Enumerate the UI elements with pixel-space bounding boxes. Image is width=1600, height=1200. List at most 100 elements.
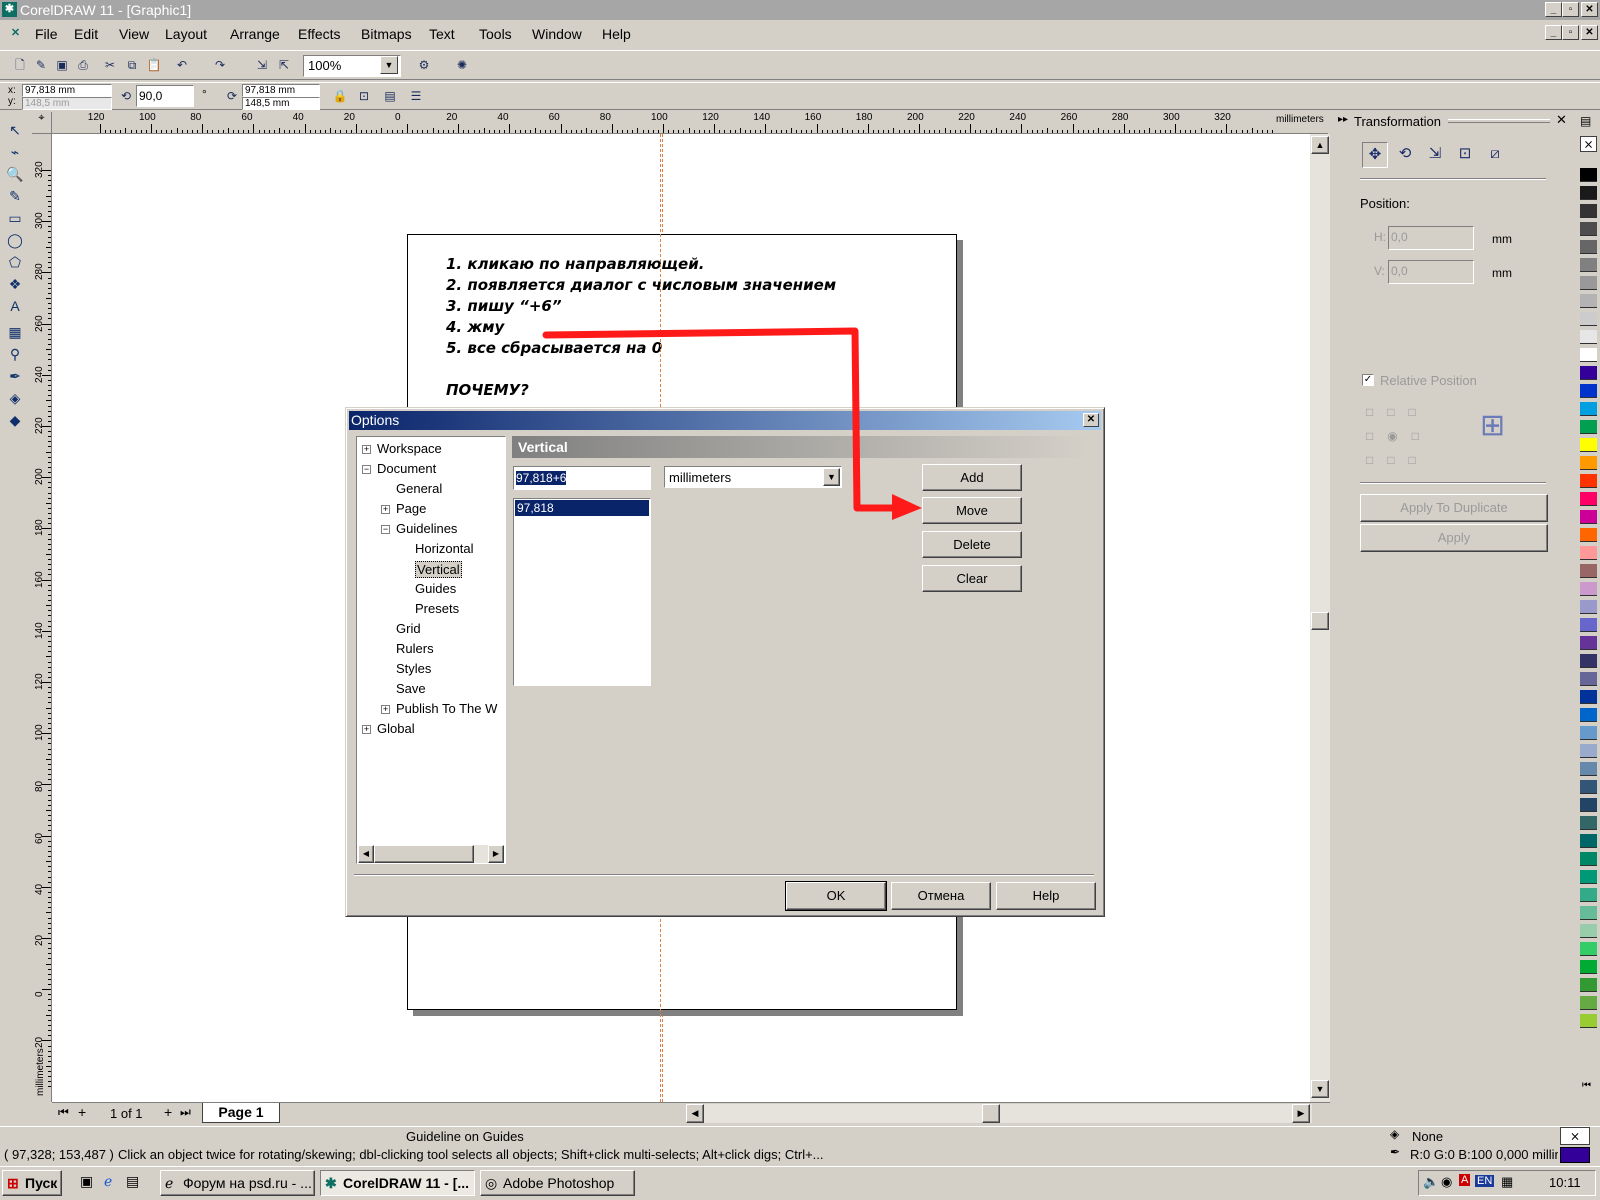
taskbar-coreldraw-button[interactable]: ✱ CorelDRAW 11 - [...	[320, 1170, 475, 1196]
color-swatch[interactable]	[1580, 456, 1597, 470]
color-swatch[interactable]	[1580, 762, 1597, 776]
color-swatch[interactable]	[1580, 672, 1597, 686]
snap-icon[interactable]: ⊡	[354, 86, 374, 106]
color-swatch[interactable]	[1580, 474, 1597, 488]
cancel-button[interactable]: Отмена	[891, 882, 991, 910]
import-icon[interactable]: ⇲	[252, 55, 272, 75]
internet-explorer-icon[interactable]: ℯ	[104, 1173, 112, 1190]
tray-app-icon[interactable]: ◉	[1441, 1174, 1452, 1190]
export-icon[interactable]: ⇱	[274, 55, 294, 75]
menu-arrange[interactable]: Arrange	[230, 26, 280, 42]
tree-scroll-left-icon[interactable]: ◀	[358, 845, 374, 863]
application-launcher-icon[interactable]: ⚙	[414, 55, 434, 75]
taskbar-photoshop-button[interactable]: ◎ Adobe Photoshop	[480, 1170, 635, 1196]
taskbar-forum-button[interactable]: ℯ Форум на psd.ru - ...	[160, 1170, 315, 1196]
tree-item-global[interactable]: Global	[377, 721, 415, 736]
color-swatch[interactable]	[1580, 168, 1597, 182]
vertical-scroll-thumb[interactable]	[1311, 612, 1329, 630]
color-swatch[interactable]	[1580, 834, 1597, 848]
units-select[interactable]: millimeters ▼	[664, 466, 842, 488]
color-swatch[interactable]	[1580, 708, 1597, 722]
start-button[interactable]: ⊞ Пуск	[2, 1170, 62, 1196]
color-swatch[interactable]	[1580, 978, 1597, 992]
tree-item-vertical[interactable]: Vertical	[415, 561, 462, 578]
skew-tab-icon[interactable]: ⧄	[1482, 142, 1508, 168]
v-position-field[interactable]: 0,0	[1388, 260, 1474, 284]
save-icon[interactable]: ▣	[52, 55, 72, 75]
show-desktop-icon[interactable]: ▣	[80, 1173, 93, 1190]
color-swatch[interactable]	[1580, 960, 1597, 974]
relative-position-checkbox[interactable]: ✓	[1362, 374, 1374, 386]
dialog-close-button[interactable]: ✕	[1083, 413, 1099, 427]
collapse-icon[interactable]: −	[381, 525, 390, 534]
color-swatch[interactable]	[1580, 258, 1597, 272]
color-swatch[interactable]	[1580, 744, 1597, 758]
outline-tool-icon[interactable]: ✒	[4, 366, 26, 386]
color-swatch[interactable]	[1580, 906, 1597, 920]
menu-window[interactable]: Window	[532, 26, 582, 42]
freehand-tool-icon[interactable]: ✎	[4, 186, 26, 206]
tree-item-general[interactable]: General	[396, 481, 442, 496]
pick-tool-icon[interactable]: ↖	[4, 120, 26, 140]
color-swatch[interactable]	[1580, 636, 1597, 650]
doc-close-button[interactable]: ✕	[1581, 25, 1598, 40]
color-swatch[interactable]	[1580, 726, 1597, 740]
page-tab[interactable]: Page 1	[202, 1103, 280, 1123]
color-swatch[interactable]	[1580, 240, 1597, 254]
color-swatch[interactable]	[1580, 312, 1597, 326]
ruler-origin-icon[interactable]: ⌖	[32, 112, 52, 134]
color-swatch[interactable]	[1580, 348, 1597, 362]
tree-item-styles[interactable]: Styles	[396, 661, 431, 676]
docker-expand-icon[interactable]: ▸▸	[1338, 114, 1348, 125]
zoom-tool-icon[interactable]: 🔍	[4, 164, 26, 184]
open-icon[interactable]: ✎	[31, 55, 51, 75]
shape-tool-icon[interactable]: ⌁	[4, 142, 26, 162]
color-swatch[interactable]	[1580, 582, 1597, 596]
anchor-grid[interactable]: □□□ □◉□ □□□	[1366, 400, 1456, 467]
color-swatch[interactable]	[1580, 366, 1597, 380]
rotation-angle-field[interactable]: 90,0	[136, 85, 194, 107]
paste-icon[interactable]: 📋	[144, 55, 164, 75]
last-page-icon[interactable]: ⏭	[180, 1105, 191, 1120]
docker-close-icon[interactable]: ✕	[1556, 112, 1567, 128]
color-swatch[interactable]	[1580, 690, 1597, 704]
color-swatch[interactable]	[1580, 564, 1597, 578]
tree-item-horizontal[interactable]: Horizontal	[415, 541, 474, 556]
color-swatch[interactable]	[1580, 384, 1597, 398]
y-position-field[interactable]: 148,5 mm	[22, 97, 112, 110]
options-icon[interactable]: ▤	[380, 86, 400, 106]
tree-horizontal-scrollbar[interactable]: ◀ ▶	[358, 845, 504, 863]
tree-scroll-thumb[interactable]	[374, 845, 474, 863]
expand-icon[interactable]: +	[362, 445, 371, 454]
tree-item-workspace[interactable]: Workspace	[377, 441, 442, 456]
color-swatch[interactable]	[1580, 600, 1597, 614]
guideline-list-item[interactable]: 97,818	[515, 500, 649, 516]
color-swatch[interactable]	[1580, 1014, 1597, 1028]
docker-grip[interactable]	[1448, 119, 1550, 123]
quicklaunch-icon[interactable]: ▤	[126, 1173, 139, 1190]
copy-icon[interactable]: ⧉	[122, 55, 142, 75]
tree-item-rulers[interactable]: Rulers	[396, 641, 434, 656]
tree-item-guidelines[interactable]: Guidelines	[396, 521, 457, 536]
size-tab-icon[interactable]: ⊡	[1452, 142, 1478, 168]
interactive-fill-tool-icon[interactable]: ◆	[4, 410, 26, 430]
tree-item-presets[interactable]: Presets	[415, 601, 459, 616]
no-fill-swatch-icon[interactable]: ⨯	[1580, 136, 1597, 152]
tree-item-document[interactable]: Document	[377, 461, 436, 476]
menu-file[interactable]: File	[35, 26, 58, 42]
scroll-right-icon[interactable]: ▶	[1292, 1104, 1310, 1123]
doc-restore-button[interactable]: ▫	[1562, 25, 1579, 40]
color-swatch[interactable]	[1580, 798, 1597, 812]
color-swatch[interactable]	[1580, 438, 1597, 452]
new-icon[interactable]: 🗋	[10, 55, 30, 75]
guidelines-list[interactable]: 97,818	[513, 498, 651, 686]
menu-tools[interactable]: Tools	[479, 26, 512, 42]
add-page-after-icon[interactable]: +	[164, 1104, 172, 1120]
guideline-x-field[interactable]: 97,818 mm	[242, 84, 320, 97]
first-page-icon[interactable]: ⏮	[58, 1105, 69, 1120]
polygon-tool-icon[interactable]: ⬠	[4, 252, 26, 272]
coreldraw-app-icon[interactable]: ✱	[2, 2, 17, 17]
color-swatch[interactable]	[1580, 780, 1597, 794]
guides-setup-icon[interactable]: ☰	[406, 86, 426, 106]
color-swatch[interactable]	[1580, 492, 1597, 506]
